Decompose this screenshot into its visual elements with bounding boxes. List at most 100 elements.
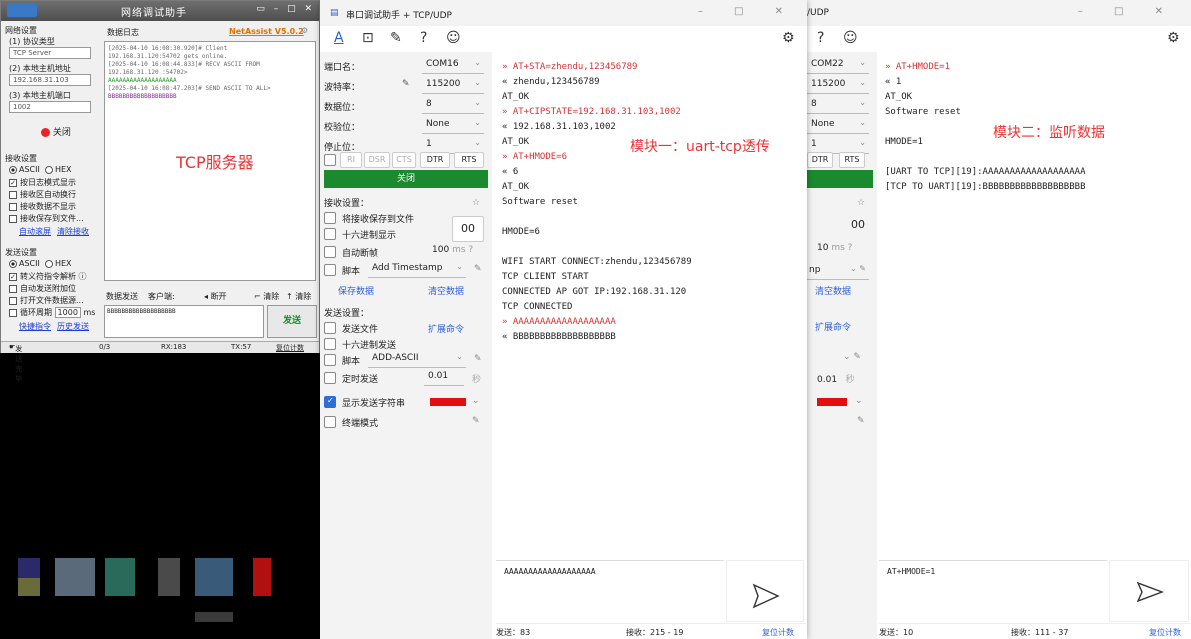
rts-button[interactable]: RTS — [839, 152, 865, 168]
signal-checkbox[interactable] — [324, 154, 336, 166]
settings-gear-icon[interactable]: ⚙ — [782, 30, 795, 50]
auto-break-ms[interactable]: 10 ms ? — [817, 243, 852, 253]
emoji-icon[interactable]: ☺ — [843, 30, 858, 50]
tools-icon[interactable]: ✎ — [390, 30, 402, 50]
recv-opt-log[interactable]: ✓ 按日志模式显示 — [9, 177, 76, 188]
send-color-swatch[interactable] — [817, 398, 847, 406]
serial1-terminal[interactable]: » AT+STA=zhendu,123456789 « zhendu,123456… — [502, 60, 692, 345]
hex-toggle[interactable]: 00 — [452, 216, 484, 242]
hex-toggle[interactable]: 00 — [851, 218, 865, 231]
baud-select[interactable]: 115200 ⌄ — [422, 76, 484, 94]
clear2-button[interactable]: ↑ 清除 — [286, 291, 311, 302]
loop-ms-input[interactable]: 1000 — [54, 307, 81, 318]
auto-scroll-link[interactable]: 自动滚屏 — [19, 226, 51, 237]
script-send-select[interactable]: ⌄ ✎ — [843, 352, 861, 362]
hex-display-checkbox[interactable] — [324, 228, 336, 240]
send-encoding[interactable]: ASCII HEX — [9, 259, 72, 268]
rts-button[interactable]: RTS — [454, 152, 484, 168]
data-select[interactable]: 8 ⌄ — [807, 96, 869, 114]
hex-radio[interactable] — [44, 165, 53, 174]
script-select[interactable]: Add Timestamp ⌄ — [368, 260, 466, 278]
edit-icon[interactable]: ✎ — [857, 416, 865, 426]
show-send-checkbox[interactable]: ✓ — [324, 396, 336, 408]
save-to-file-checkbox[interactable] — [324, 212, 336, 224]
quick-cmd-link[interactable]: 快捷指令 — [19, 321, 51, 332]
script-checkbox[interactable] — [324, 264, 336, 276]
dtr-button[interactable]: DTR — [807, 152, 833, 168]
serial2-send-button[interactable] — [1109, 560, 1189, 622]
help-icon[interactable]: ? — [817, 30, 824, 50]
send-opt-escape[interactable]: ✓ 转义符指令解析 ⓘ — [9, 271, 87, 282]
settings-gear-icon[interactable]: ⚙ — [301, 26, 308, 35]
clear-button[interactable]: ⌐ 清除 — [254, 291, 279, 302]
ext-cmd-link[interactable]: 扩展命令 — [428, 322, 464, 335]
status-reset[interactable]: 复位计数 — [276, 343, 304, 353]
log-tab[interactable]: 数据日志 — [107, 27, 139, 38]
edit-icon[interactable]: ✎ — [474, 354, 482, 364]
baud-edit-icon[interactable]: ✎ — [402, 79, 410, 89]
save-data-link[interactable]: 保存数据 — [338, 284, 374, 297]
send-ascii-radio[interactable] — [9, 259, 17, 268]
parity-select[interactable]: None ⌄ — [807, 116, 869, 134]
window-controls[interactable]: – □ ✕ — [1078, 6, 1177, 17]
protocol-select[interactable]: TCP Server — [9, 47, 91, 59]
send-opt-append[interactable]: 自动发送附加位 — [9, 283, 76, 294]
ext-cmd-link[interactable]: 扩展命令 — [815, 320, 851, 333]
dtr-button[interactable]: DTR — [420, 152, 450, 168]
script-send-checkbox[interactable] — [324, 354, 336, 366]
window-controls[interactable]: – □ ✕ — [698, 6, 797, 17]
star-icon[interactable]: ☆ — [472, 198, 480, 208]
timed-value-input[interactable]: 0.01 — [424, 368, 464, 386]
status-reset[interactable]: 复位计数 — [1149, 627, 1181, 638]
serial2-send-input[interactable]: AT+HMODE=1 — [879, 560, 1107, 622]
send-color-swatch[interactable] — [430, 398, 466, 406]
edit-icon[interactable]: ✎ — [472, 416, 480, 426]
star-icon[interactable]: ☆ — [857, 198, 865, 208]
auto-break-ms[interactable]: 100 ms ? — [432, 245, 473, 255]
chevron-down-icon[interactable]: ⌄ — [855, 396, 863, 406]
ri-button[interactable]: RI — [340, 152, 362, 168]
terminal-mode-checkbox[interactable] — [324, 416, 336, 428]
clear-data-link[interactable]: 清空数据 — [815, 284, 851, 297]
auto-break-checkbox[interactable] — [324, 246, 336, 258]
baud-select[interactable]: 115200 ⌄ — [807, 76, 869, 94]
settings-gear-icon[interactable]: ⚙ — [1167, 30, 1180, 50]
recv-opt-hide[interactable]: 接收数据不显示 — [9, 201, 76, 212]
ascii-radio[interactable] — [9, 165, 17, 174]
timed-send-checkbox[interactable] — [324, 372, 336, 384]
emoji-icon[interactable]: ☺ — [446, 30, 461, 50]
clear-recv-link[interactable]: 清除接收 — [57, 226, 89, 237]
send-opt-loop[interactable]: 循环周期 1000 ms — [9, 307, 95, 318]
edit-icon[interactable]: ✎ — [474, 264, 482, 274]
version-label[interactable]: NetAssist V5.0.2 — [229, 27, 304, 36]
close-port-button[interactable]: 关闭 — [324, 170, 488, 188]
tab-send[interactable]: 数据发送 — [106, 291, 138, 302]
timed-value-input[interactable]: 0.01 秒 — [817, 372, 855, 385]
help-icon[interactable]: ? — [420, 30, 427, 50]
send-hex-radio[interactable] — [44, 259, 53, 268]
dsr-button[interactable]: DSR — [364, 152, 390, 168]
send-file-checkbox[interactable] — [324, 322, 336, 334]
close-connection-button[interactable]: 关闭 — [41, 125, 71, 138]
chevron-down-icon[interactable]: ⌄ — [472, 396, 480, 406]
waveform-icon[interactable]: ⊡ — [362, 30, 374, 50]
serial1-send-button[interactable] — [726, 560, 804, 622]
recv-opt-wrap[interactable]: 接收区自动换行 — [9, 189, 76, 200]
hex-send-checkbox[interactable] — [324, 338, 336, 350]
tab-client[interactable]: 客户端: — [148, 291, 175, 302]
clear-data-link[interactable]: 清空数据 — [428, 284, 464, 297]
status-reset[interactable]: 复位计数 — [762, 627, 794, 638]
history-link[interactable]: 历史发送 — [57, 321, 89, 332]
script-send-select[interactable]: ADD-ASCII ⌄ — [368, 350, 466, 368]
port-input[interactable]: 1002 — [9, 101, 91, 113]
disconnect-button[interactable]: ◂ 断开 — [204, 291, 227, 302]
send-opt-file[interactable]: 打开文件数据源... — [9, 295, 84, 306]
send-button[interactable]: 发送 — [267, 305, 317, 338]
data-select[interactable]: 8 ⌄ — [422, 96, 484, 114]
recv-encoding[interactable]: ASCII HEX — [9, 165, 72, 174]
font-icon[interactable]: A — [334, 30, 344, 50]
parity-select[interactable]: None ⌄ — [422, 116, 484, 134]
port-select[interactable]: COM22 ⌄ — [807, 56, 869, 74]
host-ip-select[interactable]: 192.168.31.103 — [9, 74, 91, 86]
port-select[interactable]: COM16 ⌄ — [422, 56, 484, 74]
